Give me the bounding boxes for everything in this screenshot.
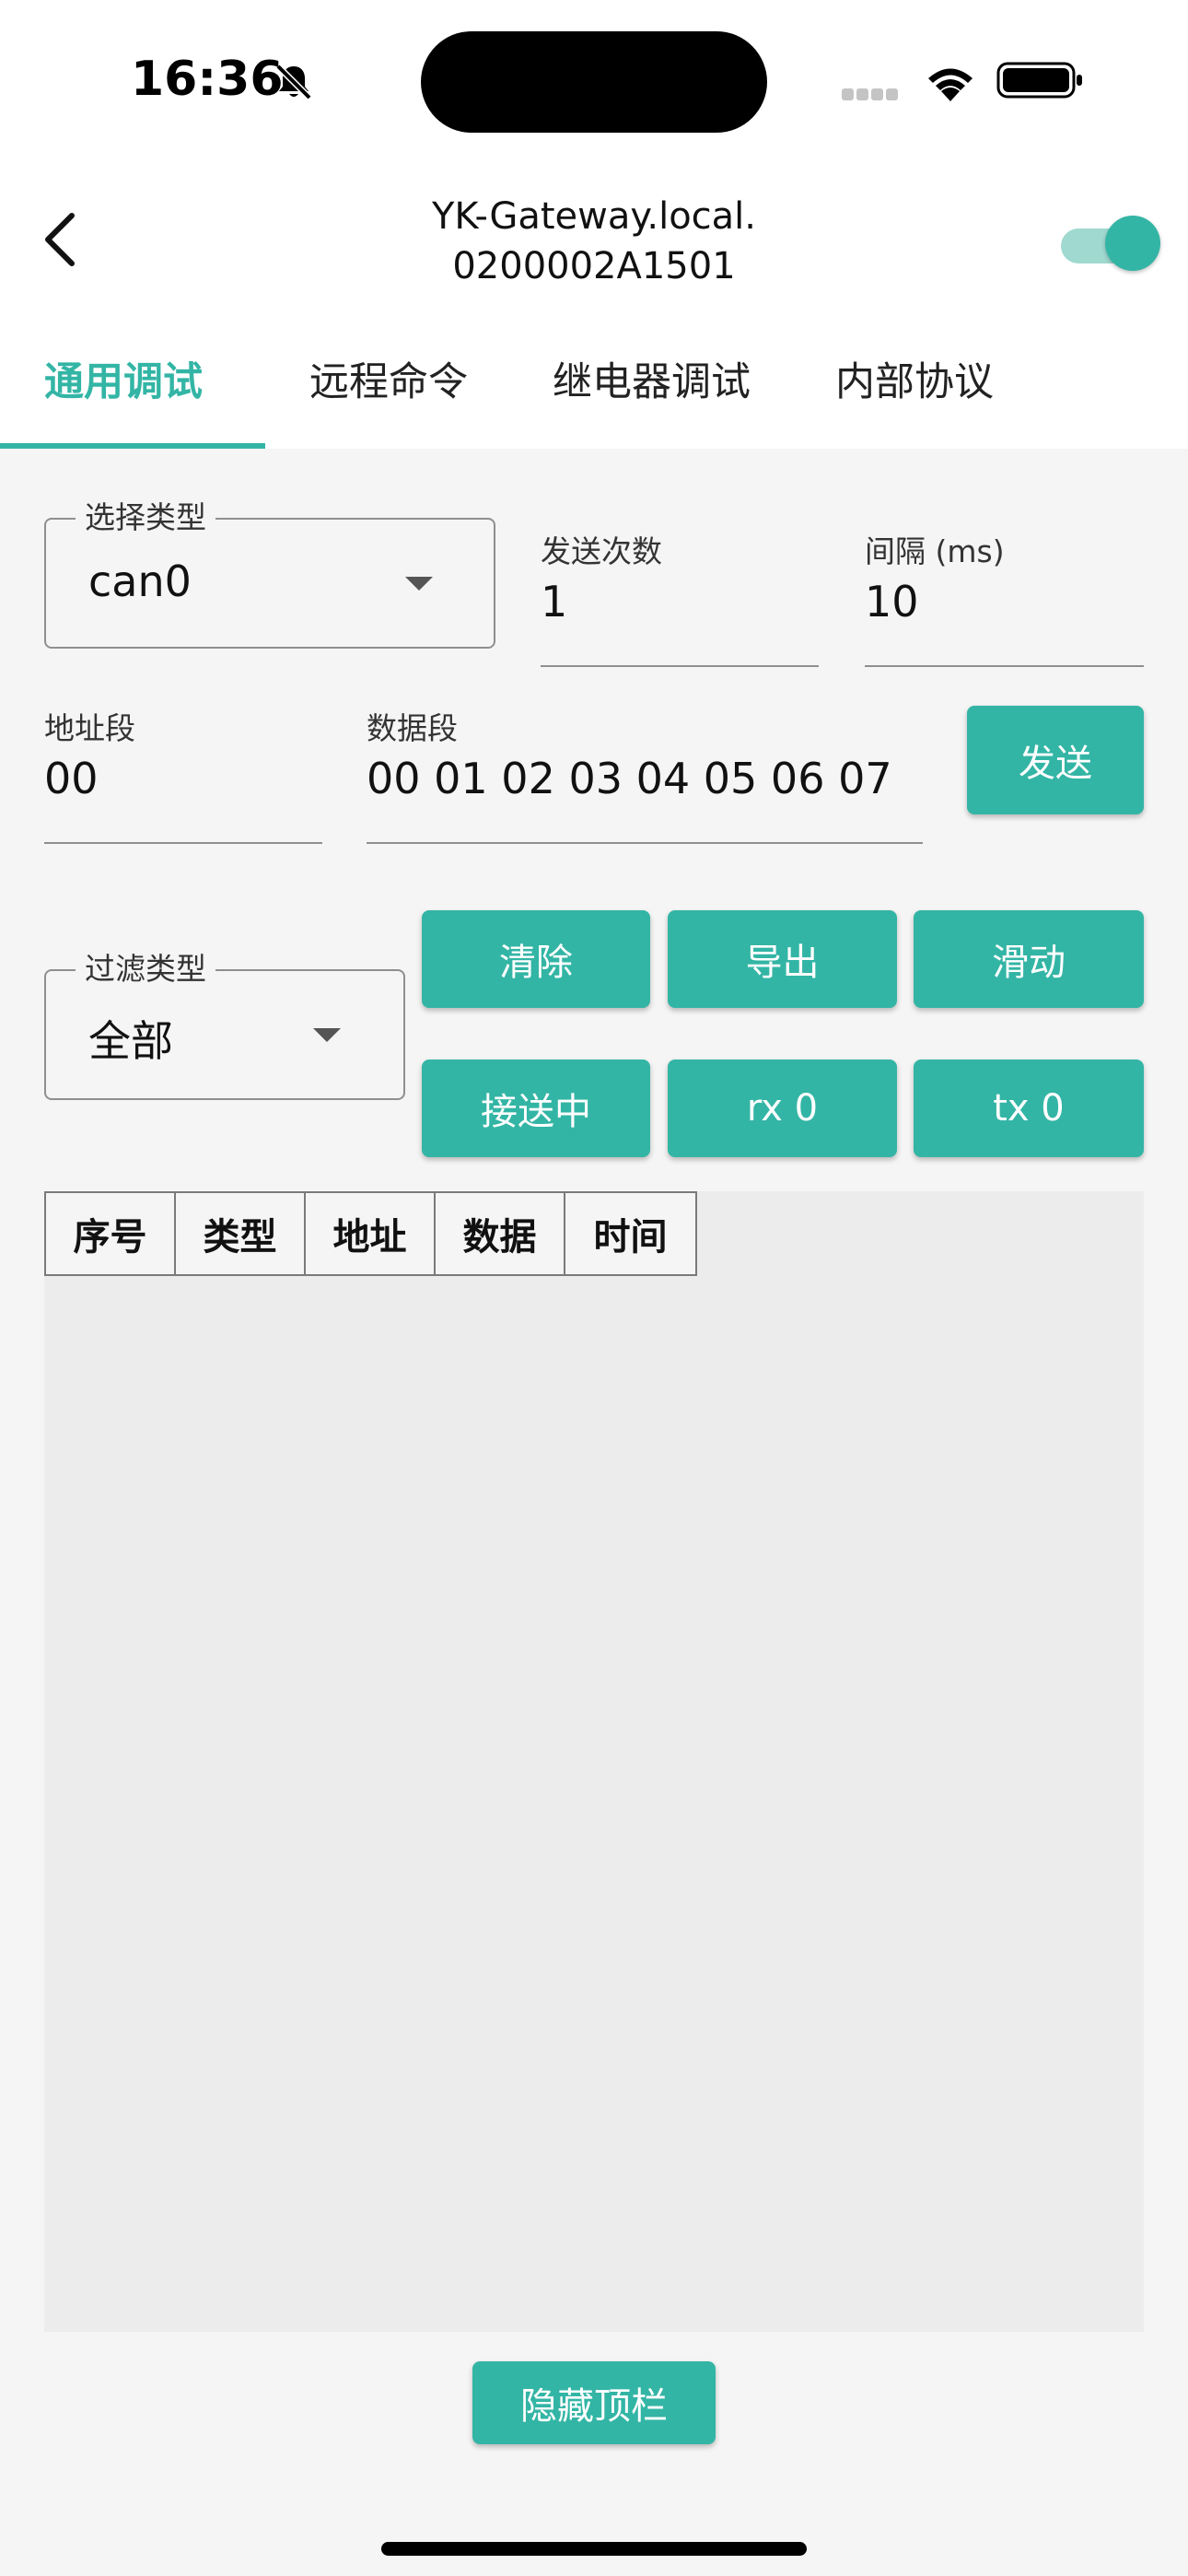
data-label: 数据段 bbox=[367, 710, 458, 746]
tab-relay-debug[interactable]: 继电器调试 bbox=[553, 350, 751, 407]
filter-type-dropdown[interactable]: 过滤类型 全部 bbox=[44, 951, 405, 1100]
data-input[interactable]: 00 01 02 03 04 05 06 07 bbox=[367, 754, 892, 803]
tab-general-debug[interactable]: 通用调试 bbox=[44, 350, 203, 407]
dropdown-arrow-icon bbox=[405, 577, 433, 591]
status-time: 16:36 bbox=[131, 52, 284, 107]
gateway-title: YK-Gateway.local. 0200002A1501 bbox=[318, 192, 870, 291]
gateway-name: YK-Gateway.local. bbox=[432, 195, 756, 238]
home-indicator[interactable] bbox=[381, 2542, 807, 2556]
dynamic-island bbox=[421, 31, 767, 133]
field-underline bbox=[367, 842, 923, 844]
cellular-signal-icon bbox=[842, 87, 901, 104]
export-button[interactable]: 导出 bbox=[668, 910, 897, 1008]
interval-field[interactable]: 间隔 (ms) 10 bbox=[865, 527, 1144, 667]
select-type-value: can0 bbox=[88, 556, 192, 606]
toggle-thumb bbox=[1105, 216, 1160, 271]
send-count-input[interactable]: 1 bbox=[541, 577, 567, 626]
rx-counter-button[interactable]: rx 0 bbox=[668, 1060, 897, 1157]
tab-remote-command[interactable]: 远程命令 bbox=[309, 350, 468, 407]
address-input[interactable]: 00 bbox=[44, 754, 99, 803]
send-count-label: 发送次数 bbox=[541, 533, 662, 569]
filter-type-value: 全部 bbox=[88, 1016, 173, 1066]
column-header-data: 数据 bbox=[436, 1193, 565, 1274]
column-header-address: 地址 bbox=[306, 1193, 436, 1274]
message-table-header: 序号 类型 地址 数据 时间 bbox=[44, 1191, 697, 1276]
column-header-type: 类型 bbox=[176, 1193, 306, 1274]
scroll-button[interactable]: 滑动 bbox=[914, 910, 1144, 1008]
field-underline bbox=[44, 842, 322, 844]
address-label: 地址段 bbox=[44, 710, 135, 746]
interval-input[interactable]: 10 bbox=[865, 577, 919, 626]
address-field[interactable]: 地址段 00 bbox=[44, 704, 322, 844]
bell-muted-icon bbox=[275, 64, 312, 100]
receiving-button[interactable]: 接送中 bbox=[422, 1060, 650, 1157]
active-tab-indicator bbox=[0, 443, 265, 449]
gateway-id: 0200002A1501 bbox=[452, 245, 736, 287]
send-button[interactable]: 发送 bbox=[967, 706, 1144, 814]
column-header-index: 序号 bbox=[46, 1193, 176, 1274]
tab-internal-protocol[interactable]: 内部协议 bbox=[835, 350, 994, 407]
data-field[interactable]: 数据段 00 01 02 03 04 05 06 07 bbox=[367, 704, 923, 844]
interval-label: 间隔 (ms) bbox=[865, 533, 1005, 569]
back-arrow-icon[interactable] bbox=[39, 210, 83, 269]
send-count-field[interactable]: 发送次数 1 bbox=[541, 527, 819, 667]
filter-type-label: 过滤类型 bbox=[76, 951, 215, 988]
column-header-time: 时间 bbox=[593, 1216, 668, 1259]
connection-toggle[interactable] bbox=[1057, 214, 1160, 271]
clear-button[interactable]: 清除 bbox=[422, 910, 650, 1008]
hide-topbar-button[interactable]: 隐藏顶栏 bbox=[472, 2361, 716, 2444]
select-type-label: 选择类型 bbox=[76, 499, 215, 536]
tx-counter-button[interactable]: tx 0 bbox=[914, 1060, 1144, 1157]
battery-icon bbox=[996, 62, 1082, 99]
dropdown-arrow-icon bbox=[313, 1028, 341, 1042]
field-underline bbox=[865, 665, 1144, 667]
field-underline bbox=[541, 665, 819, 667]
wifi-icon bbox=[928, 68, 973, 101]
select-type-dropdown[interactable]: 选择类型 can0 bbox=[44, 499, 495, 649]
message-log-panel[interactable] bbox=[44, 1191, 1144, 2332]
